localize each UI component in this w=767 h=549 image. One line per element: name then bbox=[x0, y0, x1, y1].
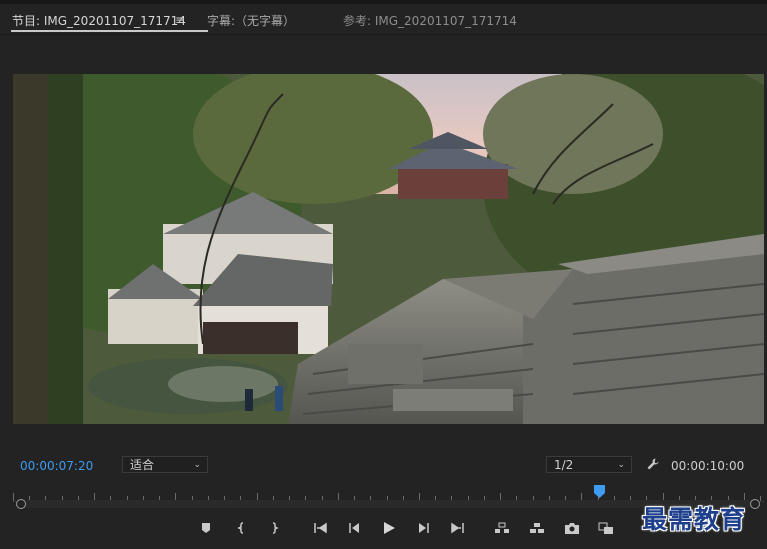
monitor-tab-bar: 节目: IMG_20201107_171714 ≡ 字幕:（无字幕） 参考: I… bbox=[0, 0, 767, 35]
playhead-marker[interactable] bbox=[594, 485, 605, 498]
zoom-level-value: 适合 bbox=[130, 458, 155, 472]
ruler-tick bbox=[760, 496, 761, 501]
tab-subtitles[interactable]: 字幕:（无字幕） bbox=[207, 12, 295, 29]
extract-button[interactable] bbox=[527, 519, 547, 537]
playback-resolution-value: 1/2 bbox=[554, 458, 574, 472]
watermark-logo: 最需教育 bbox=[642, 505, 747, 534]
lift-icon bbox=[495, 522, 509, 533]
program-video-frame[interactable] bbox=[13, 74, 764, 424]
extract-icon bbox=[530, 523, 544, 533]
zoom-scroll-left-handle[interactable] bbox=[16, 499, 26, 509]
go-to-in-icon bbox=[314, 522, 327, 534]
mark-in-button[interactable] bbox=[232, 519, 252, 537]
panel-menu-icon[interactable]: ≡ bbox=[175, 13, 185, 27]
tab-reference-label: 参考: IMG_20201107_171714 bbox=[343, 14, 517, 28]
chevron-down-icon: ⌄ bbox=[193, 460, 201, 470]
tab-program-label: 节目: IMG_20201107_171714 bbox=[12, 14, 186, 28]
step-back-icon bbox=[349, 523, 359, 533]
step-forward-icon bbox=[419, 523, 429, 533]
step-back-button[interactable] bbox=[344, 519, 364, 537]
mark-in-icon bbox=[237, 522, 244, 534]
tab-subtitles-label: 字幕:（无字幕） bbox=[207, 14, 296, 28]
button-editor-icon bbox=[598, 522, 613, 534]
panel-top-border bbox=[0, 0, 767, 4]
export-frame-button[interactable] bbox=[562, 519, 582, 537]
go-to-out-button[interactable] bbox=[448, 519, 468, 537]
go-to-in-button[interactable] bbox=[310, 519, 330, 537]
camera-icon bbox=[565, 523, 579, 534]
go-to-out-icon bbox=[451, 522, 464, 534]
zoom-scroll-right-handle[interactable] bbox=[750, 499, 760, 509]
button-editor-button[interactable] bbox=[596, 519, 616, 537]
video-frame-image bbox=[13, 74, 764, 424]
chevron-down-icon: ⌄ bbox=[617, 460, 625, 470]
tab-program-monitor[interactable]: 节目: IMG_20201107_171714 ≡ bbox=[11, 12, 208, 32]
add-marker-button[interactable] bbox=[196, 519, 216, 537]
active-tab-underline bbox=[11, 30, 208, 32]
monitor-time-row: 00:00:07:20 适合 ⌄ 1/2 ⌄ 00:00:10:00 bbox=[0, 456, 767, 476]
settings-wrench-icon[interactable] bbox=[646, 457, 660, 475]
marker-icon bbox=[202, 523, 210, 533]
tab-reference-monitor[interactable]: 参考: IMG_20201107_171714 bbox=[343, 12, 517, 29]
mark-out-icon bbox=[272, 522, 279, 534]
duration-timecode: 00:00:10:00 bbox=[671, 459, 745, 473]
play-icon bbox=[384, 522, 395, 534]
playback-resolution-select[interactable]: 1/2 ⌄ bbox=[546, 456, 632, 473]
mark-out-button[interactable] bbox=[264, 519, 284, 537]
current-timecode[interactable]: 00:00:07:20 bbox=[20, 459, 93, 473]
ruler-tick bbox=[13, 493, 14, 501]
lift-button[interactable] bbox=[492, 519, 512, 537]
play-button[interactable] bbox=[379, 519, 399, 537]
step-forward-button[interactable] bbox=[414, 519, 434, 537]
zoom-level-select[interactable]: 适合 ⌄ bbox=[122, 456, 208, 473]
